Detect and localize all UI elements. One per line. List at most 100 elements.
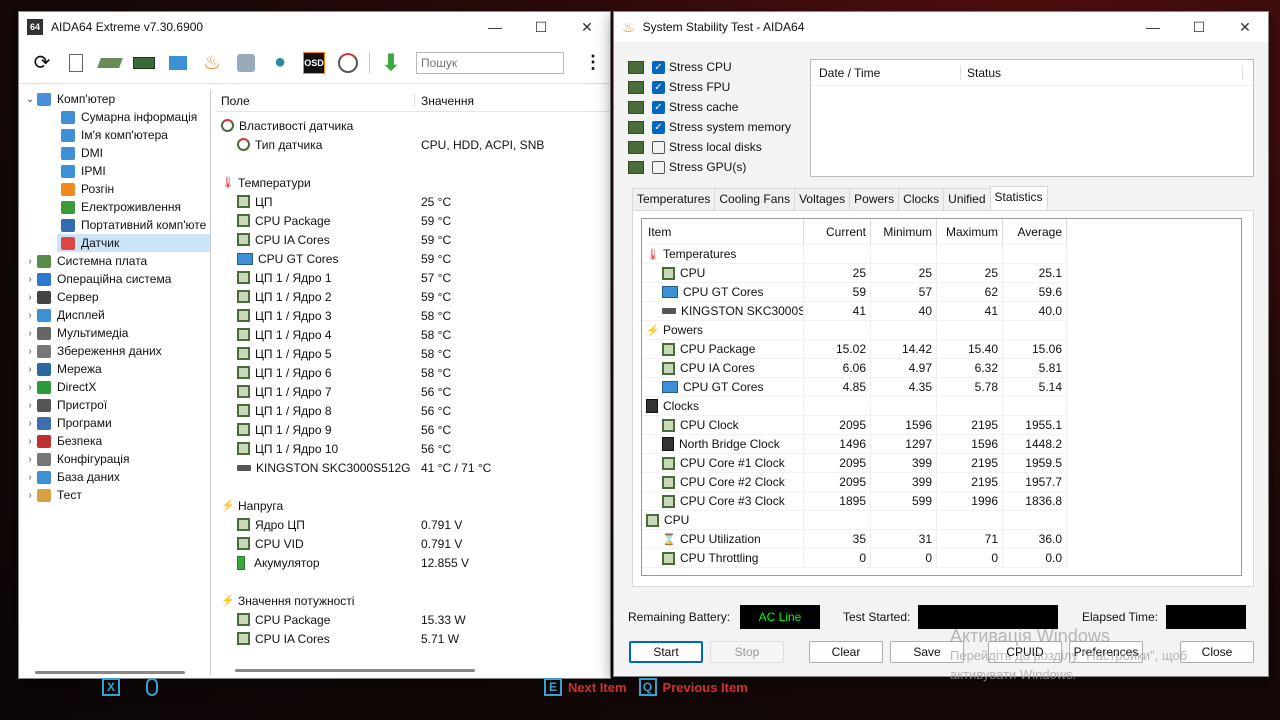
sensor-row[interactable]: ЦП 1 / Ядро 6 58 °C [215, 363, 610, 382]
tab-statistics[interactable]: Statistics [989, 186, 1048, 210]
stats-group[interactable]: Clocks [642, 397, 804, 416]
tree-item[interactable]: › Безпека [21, 432, 210, 450]
gauge-icon[interactable] [335, 50, 361, 76]
stats-group[interactable]: CPU [642, 511, 804, 530]
tree-item[interactable]: DMI [21, 144, 210, 162]
stats-item[interactable]: North Bridge Clock [642, 435, 804, 454]
stress-option[interactable]: ✓ Stress FPU [628, 77, 791, 97]
sensor-row[interactable]: CPU IA Cores 5.71 W [215, 629, 610, 648]
checkbox[interactable]: ✓ [652, 120, 665, 134]
stats-group[interactable]: ⚡ Powers [642, 321, 804, 340]
sensor-row[interactable]: CPU IA Cores 59 °C [215, 230, 610, 249]
tree-item[interactable]: Портативний комп'юте [21, 216, 210, 234]
column-value[interactable]: Значення [415, 94, 474, 108]
chevron-down-icon[interactable]: ⌄ [23, 94, 37, 105]
stress-option[interactable]: ✓ Stress cache [628, 97, 791, 117]
stats-item[interactable]: CPU Clock [642, 416, 804, 435]
refresh-icon[interactable]: ⟳ [29, 50, 55, 76]
network-icon[interactable] [165, 50, 191, 76]
stats-item[interactable]: CPU IA Cores [642, 359, 804, 378]
tree-item[interactable]: › Мережа [21, 360, 210, 378]
sensor-row[interactable]: ЦП 1 / Ядро 1 57 °C [215, 268, 610, 287]
user-icon[interactable]: ● [267, 50, 293, 76]
sensor-row[interactable]: ЦП 1 / Ядро 3 58 °C [215, 306, 610, 325]
tools-icon[interactable] [233, 50, 259, 76]
osd-icon[interactable]: OSD [301, 50, 327, 76]
tree-item[interactable]: IPMI [21, 162, 210, 180]
tree-item[interactable]: Сумарна інформація [21, 108, 210, 126]
sensor-row[interactable]: ЦП 25 °C [215, 192, 610, 211]
sensor-group[interactable]: ⚡ Значення потужності [215, 591, 610, 610]
search-input[interactable] [416, 51, 564, 74]
stress-option[interactable]: Stress GPU(s) [628, 157, 791, 177]
tree-item[interactable]: › Системна плата [21, 252, 210, 270]
sensor-row[interactable]: Акумулятор 12.855 V [215, 553, 610, 572]
tab-unified[interactable]: Unified [943, 188, 991, 210]
sensor-row[interactable]: Ядро ЦП 0.791 V [215, 515, 610, 534]
tree-item[interactable]: › Дисплей [21, 306, 210, 324]
stats-column-maximum[interactable]: Maximum [937, 219, 1003, 245]
tree-item[interactable]: ⌄ Комп'ютер [21, 90, 210, 108]
stats-group[interactable]: 🌡 Temperatures [642, 245, 804, 264]
tab-powers[interactable]: Powers [849, 188, 900, 210]
motherboard-icon[interactable] [97, 50, 123, 76]
tree-item[interactable]: › Операційна система [21, 270, 210, 288]
chevron-right-icon[interactable]: › [23, 274, 37, 285]
sensor-row[interactable]: KINGSTON SKC3000S512G 41 °C / 71 °C [215, 458, 610, 477]
sensor-row[interactable]: ЦП 1 / Ядро 9 56 °C [215, 420, 610, 439]
sensor-row[interactable]: CPU VID 0.791 V [215, 534, 610, 553]
maximize-button[interactable]: ☐ [1176, 12, 1222, 42]
tree-item[interactable]: › Мультимедіа [21, 324, 210, 342]
tree-item[interactable]: › Програми [21, 414, 210, 432]
chevron-right-icon[interactable]: › [23, 382, 37, 393]
maximize-button[interactable]: ☐ [518, 12, 564, 42]
more-options-icon[interactable]: ⋮ [580, 50, 606, 76]
stats-column-item[interactable]: Item [642, 219, 804, 245]
tree-item[interactable]: › Тест [21, 486, 210, 504]
stress-option[interactable]: ✓ Stress CPU [628, 57, 791, 77]
chevron-right-icon[interactable]: › [23, 472, 37, 483]
stats-item[interactable]: CPU GT Cores [642, 283, 804, 302]
tree-item[interactable]: › Конфігурація [21, 450, 210, 468]
stats-column-current[interactable]: Current [804, 219, 871, 245]
chevron-right-icon[interactable]: › [23, 400, 37, 411]
sensor-row[interactable]: ЦП 1 / Ядро 5 58 °C [215, 344, 610, 363]
stats-item[interactable]: CPU Core #1 Clock [642, 454, 804, 473]
sensor-row[interactable]: Тип датчика CPU, HDD, ACPI, SNB [215, 135, 610, 154]
stats-item[interactable]: CPU Core #2 Clock [642, 473, 804, 492]
checkbox[interactable]: ✓ [652, 60, 665, 74]
tree-item[interactable]: › База даних [21, 468, 210, 486]
sensor-group[interactable]: Властивості датчика [215, 116, 610, 135]
chevron-right-icon[interactable]: › [23, 490, 37, 501]
download-icon[interactable]: ⬇ [378, 50, 404, 76]
close-button[interactable]: ✕ [564, 12, 610, 42]
column-field[interactable]: Поле [215, 93, 415, 108]
sensor-row[interactable]: ЦП 1 / Ядро 10 56 °C [215, 439, 610, 458]
chevron-right-icon[interactable]: › [23, 418, 37, 429]
chevron-right-icon[interactable]: › [23, 292, 37, 303]
sensor-row[interactable]: CPU Package 59 °C [215, 211, 610, 230]
tab-voltages[interactable]: Voltages [794, 188, 851, 210]
chevron-right-icon[interactable]: › [23, 436, 37, 447]
stats-column-minimum[interactable]: Minimum [871, 219, 937, 245]
close-window-button[interactable]: Close [1180, 641, 1254, 663]
stats-item[interactable]: ⌛ CPU Utilization [642, 530, 804, 549]
tab-clocks[interactable]: Clocks [898, 188, 945, 210]
sensor-row[interactable]: ЦП 1 / Ядро 8 56 °C [215, 401, 610, 420]
checkbox[interactable]: ✓ [652, 80, 665, 94]
chevron-right-icon[interactable]: › [23, 256, 37, 267]
checkbox[interactable]: ✓ [652, 100, 665, 114]
sensor-group[interactable]: 🌡 Температури [215, 173, 610, 192]
stop-button[interactable]: Stop [710, 641, 784, 663]
memory-icon[interactable] [131, 50, 157, 76]
stress-option[interactable]: ✓ Stress system memory [628, 117, 791, 137]
sensor-row[interactable]: ЦП 1 / Ядро 4 58 °C [215, 325, 610, 344]
sensor-row[interactable]: CPU GT Cores 59 °C [215, 249, 610, 268]
stats-column-average[interactable]: Average [1003, 219, 1067, 245]
tree-item[interactable]: Ім'я комп'ютера [21, 126, 210, 144]
stress-option[interactable]: Stress local disks [628, 137, 791, 157]
minimize-button[interactable]: — [1130, 12, 1176, 42]
stats-item[interactable]: KINGSTON SKC3000S... [642, 302, 804, 321]
flame-icon[interactable]: ♨ [199, 50, 225, 76]
chevron-right-icon[interactable]: › [23, 364, 37, 375]
